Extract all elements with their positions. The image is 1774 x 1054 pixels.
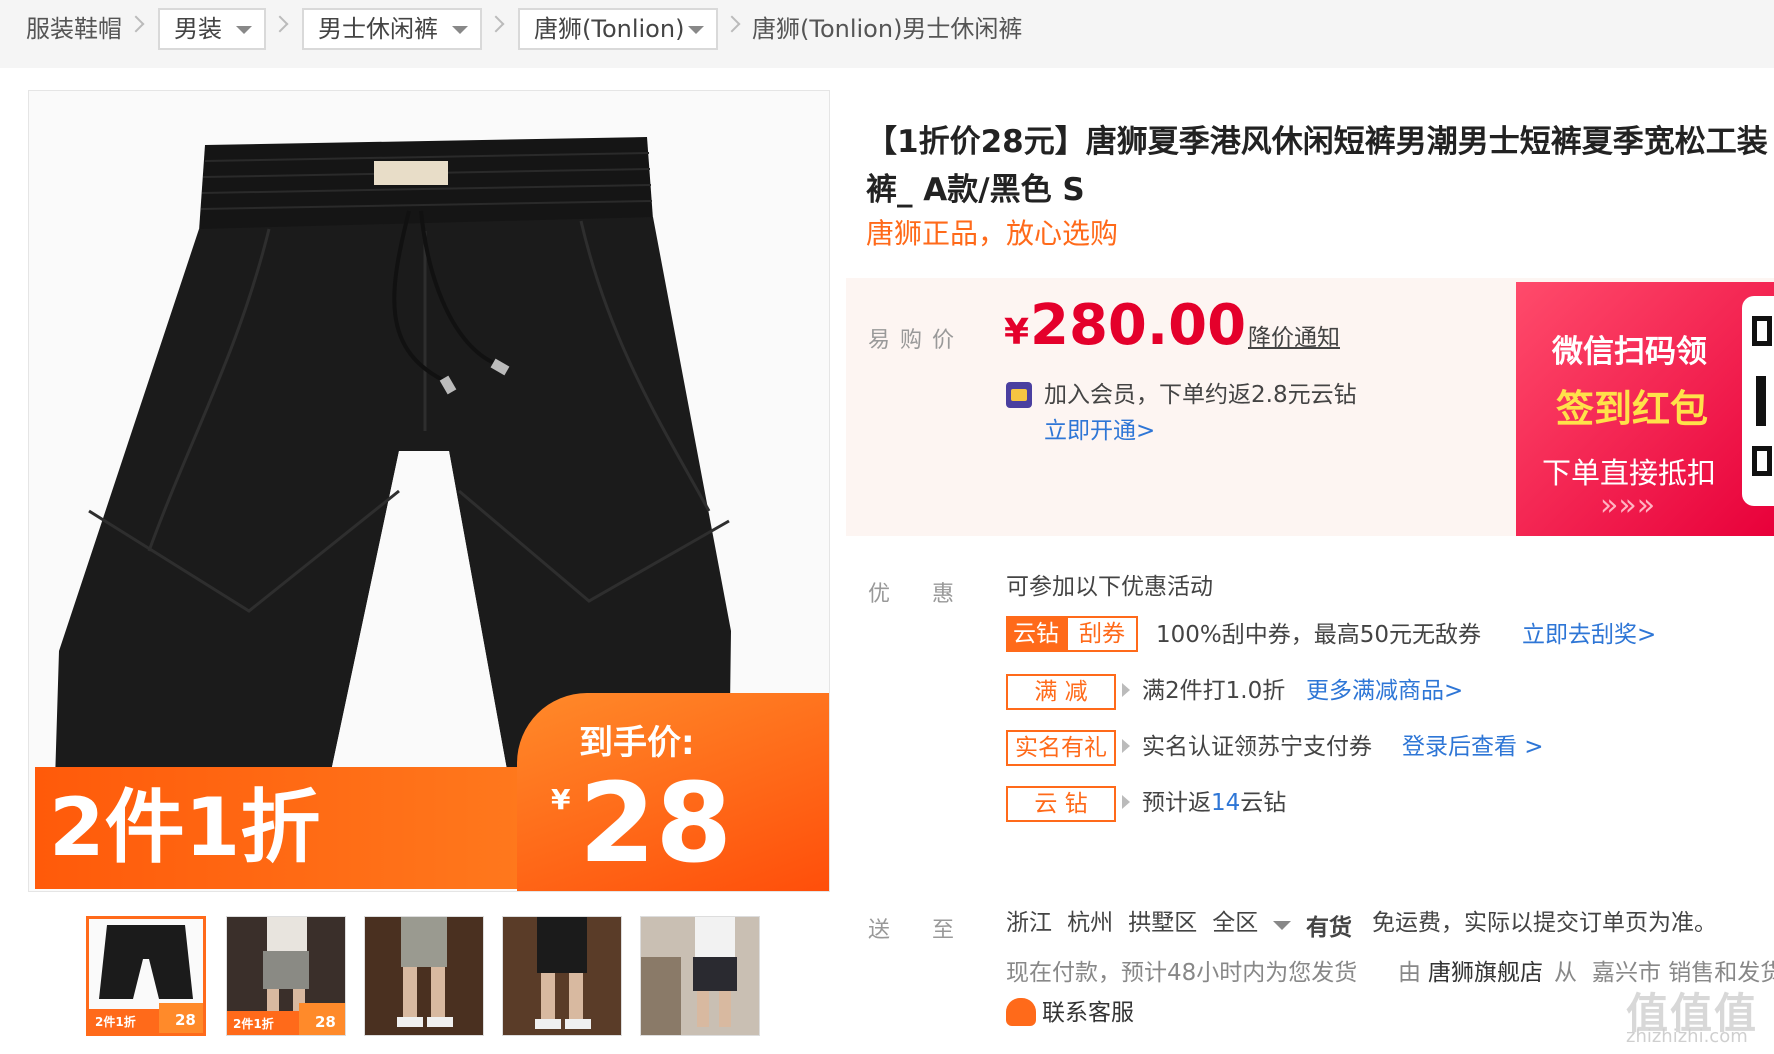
promo-discount-text: 2件1折 xyxy=(49,781,321,874)
watermark-text: zhizhizhi.com xyxy=(1626,1026,1748,1047)
contact-service-link[interactable]: 联系客服 xyxy=(1042,998,1134,1028)
tag-full-reduction: 满 减 xyxy=(1006,674,1116,710)
full-reduction-text: 满2件打1.0折 xyxy=(1142,678,1286,704)
thumbnail-5[interactable] xyxy=(640,916,760,1036)
thumbnail-promo-price: 28 xyxy=(315,1013,336,1031)
chevron-down-icon xyxy=(688,26,704,34)
banner-line2: 签到红包 xyxy=(1556,387,1709,431)
thumbnail-promo-price: 28 xyxy=(175,1011,196,1029)
breadcrumb-brand-dropdown[interactable]: 唐狮(Tonlion) xyxy=(518,8,718,50)
main-product-image[interactable]: 2件1折 到手价: ¥ 28 xyxy=(28,90,830,892)
address-city: 杭州 xyxy=(1067,910,1114,936)
caret-right-icon xyxy=(1122,795,1130,809)
member-open-link[interactable]: 立即开通> xyxy=(1044,416,1155,446)
breadcrumb-root[interactable]: 服装鞋帽 xyxy=(26,14,122,44)
promotions-intro: 可参加以下优惠活动 xyxy=(1006,574,1213,600)
dispatch-info: 现在付款，预计48小时内为您发货 xyxy=(1006,960,1358,986)
thumbnail-1[interactable]: 2件1折 28 xyxy=(86,916,206,1036)
thumbnail-4[interactable] xyxy=(502,916,622,1036)
breadcrumb-category-label: 男装 xyxy=(174,15,222,43)
thumbnail-model-photo xyxy=(365,917,483,1035)
thumbnail-model-photo xyxy=(641,917,759,1035)
cashback-amount: 14 xyxy=(1211,790,1241,816)
address-district: 拱墅区 xyxy=(1128,910,1198,936)
tag-yunzuan-cashback: 云 钻 xyxy=(1006,786,1116,822)
thumbnail-3[interactable] xyxy=(364,916,484,1036)
caret-right-icon xyxy=(1122,739,1130,753)
chevron-down-icon xyxy=(1273,921,1292,930)
breadcrumb-subcategory-label: 男士休闲裤 xyxy=(318,15,438,43)
qr-code-icon xyxy=(1742,296,1774,506)
shipping-info: 免运费，实际以提交订单页为准。 xyxy=(1372,910,1717,936)
thumbnail-2[interactable]: 2件1折 28 xyxy=(226,916,346,1036)
address-province: 浙江 xyxy=(1006,910,1052,936)
price-currency: ¥ xyxy=(1004,312,1030,353)
promo-discount-banner: 2件1折 xyxy=(35,767,555,889)
full-reduction-link[interactable]: 更多满减商品> xyxy=(1306,676,1463,706)
scratch-coupon-link[interactable]: 立即去刮奖> xyxy=(1522,620,1656,650)
price-value: 280.00 xyxy=(1030,293,1247,358)
scratch-coupon-text: 100%刮中券，最高50元无敌券 xyxy=(1156,622,1482,648)
customer-service-icon xyxy=(1006,998,1036,1026)
promotions-label: 优 惠 xyxy=(868,582,965,607)
thumbnail-promo-text: 2件1折 xyxy=(233,1017,274,1031)
crown-icon xyxy=(1006,382,1032,408)
promo-price-badge: 到手价: ¥ 28 xyxy=(517,693,829,891)
thumbnail-promo-text: 2件1折 xyxy=(95,1015,136,1029)
cashback-text: 预计返14云钻 xyxy=(1142,790,1287,816)
promo-currency: ¥ xyxy=(551,783,571,816)
banner-line3: 下单直接抵扣 xyxy=(1542,456,1717,490)
price-notify-link[interactable]: 降价通知 xyxy=(1248,318,1340,352)
member-cashback-text: 加入会员，下单约返2.8元云钻 xyxy=(1044,382,1357,408)
realname-gift-text: 实名认证领苏宁支付券 xyxy=(1142,734,1372,760)
banner-arrows: »»» xyxy=(1600,488,1656,523)
promo-price-value: 28 xyxy=(579,759,733,887)
price-label: 易购价 xyxy=(868,328,965,353)
breadcrumb-subcategory-dropdown[interactable]: 男士休闲裤 xyxy=(302,8,482,50)
breadcrumb-current: 唐狮(Tonlion)男士休闲裤 xyxy=(752,15,1023,43)
tag-yunzuan: 云钻 xyxy=(1006,616,1066,652)
breadcrumb-category-dropdown[interactable]: 男装 xyxy=(158,8,266,50)
tag-realname-gift: 实名有礼 xyxy=(1006,730,1116,766)
promo-price-label: 到手价: xyxy=(579,723,695,763)
store-name-link[interactable]: 唐狮旗舰店 xyxy=(1428,958,1543,988)
realname-login-link[interactable]: 登录后查看 > xyxy=(1402,732,1544,762)
product-title: 【1折价28元】唐狮夏季港风休闲短裤男潮男士短裤夏季宽松工装裤_ A款/黑色 S xyxy=(866,124,1768,208)
chevron-down-icon xyxy=(236,26,252,34)
thumbnail-model-photo xyxy=(503,917,621,1035)
delivery-label: 送 至 xyxy=(868,918,965,943)
breadcrumb-brand-label: 唐狮(Tonlion) xyxy=(534,15,685,43)
chevron-down-icon xyxy=(452,26,468,34)
product-subtitle: 唐狮正品，放心选购 xyxy=(866,217,1119,250)
wechat-coupon-banner[interactable]: 微信扫码领 签到红包 下单直接抵扣 »»» xyxy=(1516,282,1774,536)
delivery-address-selector[interactable]: 浙江 杭州 拱墅区 全区 xyxy=(1006,908,1292,940)
banner-line1: 微信扫码领 xyxy=(1552,334,1707,370)
origin-prefix: 从 xyxy=(1554,960,1577,986)
caret-right-icon xyxy=(1122,683,1130,697)
stock-status: 有货 xyxy=(1306,915,1352,941)
tag-scratch: 刮券 xyxy=(1066,616,1138,652)
address-area: 全区 xyxy=(1212,910,1259,936)
seller-prefix: 由 xyxy=(1398,960,1421,986)
